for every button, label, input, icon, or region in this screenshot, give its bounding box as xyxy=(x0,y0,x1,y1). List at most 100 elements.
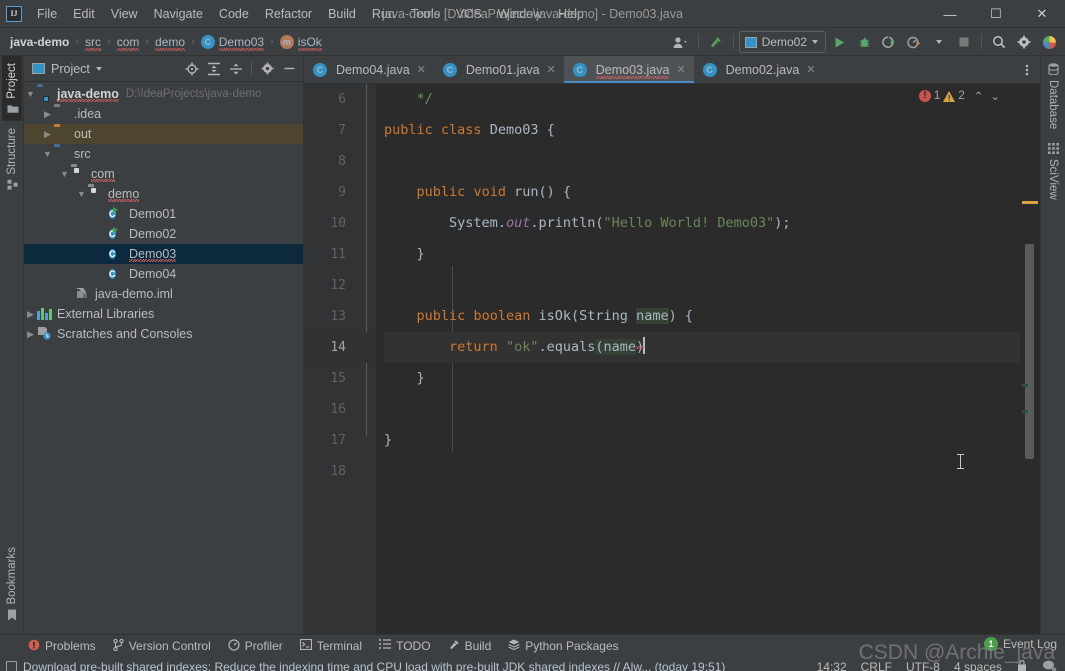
tree-node-demo02[interactable]: C Demo02 xyxy=(24,224,303,244)
bottom-tab-terminal[interactable]: Terminal xyxy=(299,639,362,653)
sidebar-item-database[interactable]: Database xyxy=(1042,56,1064,136)
profiler-icon[interactable] xyxy=(902,31,926,53)
next-problem-icon[interactable]: ⌄ xyxy=(990,89,1000,103)
close-icon[interactable]: ✕ xyxy=(417,63,426,76)
close-button[interactable]: ✕ xyxy=(1019,0,1065,28)
sidebar-item-bookmarks[interactable]: Bookmarks xyxy=(2,540,22,628)
menu-view[interactable]: View xyxy=(103,3,146,25)
menu-help[interactable]: Help xyxy=(550,3,592,25)
more-options-icon[interactable] xyxy=(1017,60,1037,80)
tree-node-scratches[interactable]: ▶ Scratches and Consoles xyxy=(24,324,303,344)
debug-bug-icon[interactable] xyxy=(852,31,876,53)
tree-node-demo01[interactable]: C Demo01 xyxy=(24,204,303,224)
hide-panel-icon[interactable] xyxy=(279,59,299,79)
menu-code[interactable]: Code xyxy=(211,3,257,25)
search-icon[interactable] xyxy=(987,31,1011,53)
editor-marker-scrollbar[interactable] xyxy=(1020,84,1040,634)
error-stripe-marker[interactable] xyxy=(1022,201,1038,204)
tree-node-iml[interactable]: java-demo.iml xyxy=(24,284,303,304)
close-icon[interactable]: ✕ xyxy=(806,63,815,76)
tree-node-demo[interactable]: ▼ demo xyxy=(24,184,303,204)
breadcrumb-item-class[interactable]: C Demo03 xyxy=(199,33,266,51)
tree-node-idea[interactable]: ▶ .idea xyxy=(24,104,303,124)
breadcrumb-item-src[interactable]: src xyxy=(83,33,103,51)
menu-refactor[interactable]: Refactor xyxy=(257,3,320,25)
status-message[interactable]: Download pre-built shared indexes: Reduc… xyxy=(6,660,725,671)
editor-tab-demo02[interactable]: C Demo02.java ✕ xyxy=(694,56,824,83)
menu-file[interactable]: File xyxy=(29,3,65,25)
indent-setting[interactable]: 4 spaces xyxy=(954,660,1002,671)
menu-vcs[interactable]: VCS xyxy=(448,3,490,25)
caret-position[interactable]: 14:32 xyxy=(817,660,847,671)
breadcrumb-item-method[interactable]: m isOk xyxy=(278,33,324,51)
inspection-level-icon[interactable] xyxy=(1042,659,1057,671)
menu-run[interactable]: Run xyxy=(364,3,403,25)
expand-all-icon[interactable] xyxy=(204,59,224,79)
minimize-button[interactable]: — xyxy=(927,0,973,28)
collapse-all-icon[interactable] xyxy=(226,59,246,79)
bottom-tab-version-control[interactable]: Version Control xyxy=(113,638,211,653)
run-with-coverage-icon[interactable] xyxy=(877,31,901,53)
code-editor[interactable]: 6 7 8 9 10 11 12 13 14 15 16 17 18 */ pu… xyxy=(304,84,1040,634)
user-account-icon[interactable] xyxy=(669,31,693,53)
chevron-right-icon[interactable]: ▶ xyxy=(24,309,37,320)
tree-node-java-demo[interactable]: ▼ java-demo D:\IdeaProjects\java-demo xyxy=(24,84,303,104)
gear-icon[interactable] xyxy=(1012,31,1036,53)
tree-node-demo03[interactable]: C Demo03 xyxy=(24,244,303,264)
menu-build[interactable]: Build xyxy=(320,3,364,25)
chevron-right-icon[interactable]: ▶ xyxy=(24,329,37,340)
chevron-down-icon[interactable]: ▼ xyxy=(75,189,88,199)
code-marker[interactable] xyxy=(1022,410,1028,413)
tree-node-com[interactable]: ▼ com xyxy=(24,164,303,184)
maximize-button[interactable]: ☐ xyxy=(973,0,1019,28)
stop-icon[interactable] xyxy=(952,31,976,53)
file-encoding[interactable]: UTF-8 xyxy=(906,660,940,671)
sidebar-item-structure[interactable]: Structure xyxy=(2,121,22,197)
chevron-down-icon[interactable]: ▼ xyxy=(58,169,71,179)
chevron-right-icon[interactable]: ▶ xyxy=(41,129,54,140)
build-hammer-icon[interactable] xyxy=(704,31,728,53)
bottom-tab-python-packages[interactable]: Python Packages xyxy=(508,639,619,653)
breadcrumb-item-demo[interactable]: demo xyxy=(153,33,187,51)
tree-node-demo04[interactable]: C Demo04 xyxy=(24,264,303,284)
code-text[interactable]: */ public class Demo03 { public void run… xyxy=(376,84,1020,634)
tree-node-out[interactable]: ▶ out xyxy=(24,124,303,144)
bottom-tab-build[interactable]: Build xyxy=(448,639,491,653)
bottom-tab-profiler[interactable]: Profiler xyxy=(228,639,283,653)
close-icon[interactable]: ✕ xyxy=(676,63,685,76)
menu-window[interactable]: Window xyxy=(490,3,550,25)
read-only-lock-icon[interactable] xyxy=(1016,659,1028,671)
previous-problem-icon[interactable]: ⌃ xyxy=(974,89,984,103)
menu-tools[interactable]: Tools xyxy=(403,3,448,25)
line-separator[interactable]: CRLF xyxy=(861,660,892,671)
menu-edit[interactable]: Edit xyxy=(65,3,103,25)
run-icon[interactable] xyxy=(827,31,851,53)
gear-icon[interactable] xyxy=(257,59,277,79)
chevron-right-icon[interactable]: ▶ xyxy=(41,109,54,120)
close-icon[interactable]: ✕ xyxy=(547,63,556,76)
bottom-tab-todo[interactable]: TODO xyxy=(379,639,431,653)
editor-tab-demo01[interactable]: C Demo01.java ✕ xyxy=(434,56,564,83)
locate-target-icon[interactable] xyxy=(182,59,202,79)
editor-tab-demo04[interactable]: C Demo04.java ✕ xyxy=(304,56,434,83)
code-marker[interactable] xyxy=(1022,384,1028,387)
chevron-down-icon[interactable]: ▼ xyxy=(41,149,54,159)
chevron-down-icon[interactable]: ▼ xyxy=(24,89,37,99)
breadcrumb-item-com[interactable]: com xyxy=(115,33,142,51)
inspection-widget[interactable]: ! 1 2 ⌃ ⌄ xyxy=(918,84,1000,108)
editor-scrollbar-thumb[interactable] xyxy=(1025,244,1034,459)
editor-gutter[interactable]: 6 7 8 9 10 11 12 13 14 15 16 17 18 xyxy=(304,84,376,634)
chevron-down-icon[interactable] xyxy=(95,66,102,71)
menu-navigate[interactable]: Navigate xyxy=(146,3,211,25)
breadcrumb-item-project[interactable]: java-demo xyxy=(8,33,71,51)
tree-node-external-libraries[interactable]: ▶ External Libraries xyxy=(24,304,303,324)
chevron-down-icon[interactable] xyxy=(927,31,951,53)
sidebar-item-project[interactable]: Project xyxy=(1,56,22,121)
tree-node-src[interactable]: ▼ src xyxy=(24,144,303,164)
bottom-tab-problems[interactable]: Problems xyxy=(28,639,96,653)
run-configuration-selector[interactable]: Demo02 xyxy=(738,31,826,53)
event-log-widget[interactable]: 1 Event Log xyxy=(983,637,1057,651)
project-panel-title[interactable]: Project xyxy=(32,62,102,76)
ide-updates-icon[interactable] xyxy=(1037,31,1061,53)
sidebar-item-sciview[interactable]: SciView xyxy=(1042,136,1064,207)
